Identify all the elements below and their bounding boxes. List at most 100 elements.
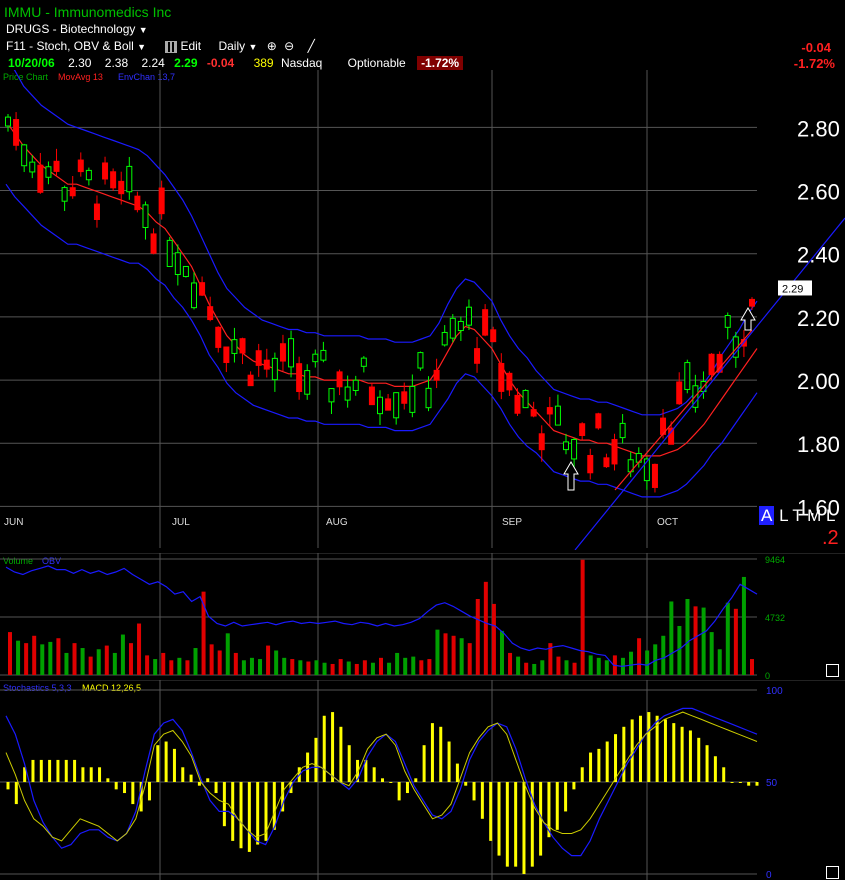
volume-bar: [540, 660, 545, 675]
macd-histogram-bar: [614, 734, 618, 782]
macd-histogram-bar: [480, 782, 484, 819]
candle-body: [158, 187, 165, 215]
candle-body: [174, 252, 181, 276]
candle-body: [401, 391, 408, 404]
volume-bar: [282, 657, 287, 675]
zoom-in-icon[interactable]: ⊕: [267, 39, 277, 53]
macd-histogram-bar: [405, 782, 409, 794]
edit-button[interactable]: Edit: [165, 39, 201, 53]
volume-bar: [669, 601, 674, 675]
macd-histogram-bar: [239, 782, 243, 849]
macd-histogram-bar: [747, 782, 751, 786]
candle-body: [538, 433, 545, 451]
volume-panel-resize[interactable]: [826, 664, 839, 677]
right-change: -0.04: [801, 40, 831, 55]
macd-histogram-bar: [56, 759, 60, 782]
candle-body: [126, 165, 133, 193]
month-label-jul: JUL: [172, 517, 190, 528]
volume-bar: [258, 659, 263, 675]
candle-body: [530, 409, 537, 417]
period-selector[interactable]: Daily ▼: [218, 39, 257, 53]
candle-body: [449, 317, 456, 339]
macd-histogram-bar: [372, 767, 376, 782]
watchlist-selector[interactable]: DRUGS - Biotechnology ▼: [6, 22, 148, 36]
candle-body: [651, 463, 658, 488]
volume-bar: [741, 576, 746, 675]
last-price-label: 2.29: [782, 283, 803, 295]
legend-env-chan: EnvChan 13,7: [118, 72, 175, 82]
macd-histogram-bar: [439, 726, 443, 782]
envelope-upper-line: [13, 70, 758, 416]
oscillator-axis-label: 50: [766, 778, 778, 789]
timeframe-l2-button[interactable]: L: [826, 506, 835, 525]
timeframe-buttons: A L T M L: [759, 506, 836, 526]
candle-body: [368, 386, 375, 406]
macd-histogram-bar: [638, 715, 642, 782]
macd-histogram-bar: [497, 782, 501, 856]
quote-high: 2.38: [104, 56, 129, 70]
volume-bar: [395, 652, 400, 675]
candle-body: [223, 346, 230, 363]
volume-bar: [379, 657, 383, 675]
volume-bar: [564, 660, 569, 675]
volume-bar: [266, 645, 271, 675]
volume-bar: [185, 660, 190, 675]
candle-body: [69, 187, 76, 197]
indicator-set-selector[interactable]: F11 - Stoch, OBV & Boll ▼: [6, 39, 146, 53]
volume-bar: [572, 662, 577, 675]
volume-bar: [419, 660, 424, 675]
zoom-out-icon[interactable]: ⊖: [284, 39, 294, 53]
candle-body: [474, 348, 481, 364]
volume-axis-label: 0: [765, 671, 770, 679]
macd-histogram-bar: [197, 782, 201, 786]
price-axis-label: 2.60: [797, 180, 840, 205]
volume-bar: [709, 632, 714, 675]
candle-body: [263, 359, 270, 370]
volume-bar: [451, 635, 456, 675]
candle-body: [554, 405, 561, 426]
price-axis-label: 2.40: [797, 243, 840, 268]
timeframe-a-button[interactable]: A: [759, 506, 775, 525]
macd-histogram-bar: [347, 745, 351, 782]
candle-body: [29, 161, 36, 173]
price-chart[interactable]: Price Chart MovAvg 13 EnvChan 13,7 2.80 2…: [0, 70, 845, 550]
macd-histogram-bar: [389, 782, 393, 783]
macd-histogram-bar: [48, 759, 52, 782]
candle-body: [304, 370, 311, 395]
time-axis: JUN JUL AUG SEP OCT A L T M L .2: [0, 506, 845, 549]
draw-tool-icon[interactable]: ╱: [308, 39, 315, 53]
macd-histogram-bar: [580, 767, 584, 782]
month-label-oct: OCT: [657, 517, 679, 528]
candle-body: [344, 386, 351, 401]
volume-bar: [516, 656, 521, 675]
volume-bar: [403, 657, 408, 675]
oscillator-panel[interactable]: Stochastics 5,3,3 MACD 12,26,5 100 50 0: [0, 680, 845, 880]
volume-bar: [48, 641, 53, 675]
timeframe-m-button[interactable]: M: [807, 506, 821, 525]
legend-volume: Volume: [3, 556, 33, 566]
candle-body: [199, 282, 206, 296]
candle-body: [255, 350, 262, 366]
volume-bar: [499, 630, 504, 675]
macd-histogram-bar: [64, 759, 68, 782]
candle-body: [61, 187, 68, 202]
macd-histogram-bar: [322, 715, 326, 782]
macd-histogram-bar: [489, 782, 493, 841]
macd-histogram-bar: [755, 782, 759, 786]
timeframe-t-button[interactable]: T: [792, 506, 802, 525]
volume-panel[interactable]: Volume OBV 9464 4732 0: [0, 553, 845, 679]
oscillator-panel-resize[interactable]: [826, 866, 839, 879]
stochastic-d-line: [5, 711, 758, 842]
volume-bar: [128, 643, 133, 675]
volume-bar: [24, 643, 29, 675]
macd-histogram-bar: [564, 782, 568, 812]
macd-histogram-bar: [214, 782, 218, 794]
macd-histogram-bar: [647, 712, 651, 782]
candle-body: [231, 339, 238, 354]
volume-bar: [435, 629, 440, 675]
timeframe-l-button[interactable]: L: [779, 506, 788, 525]
macd-histogram-bar: [256, 782, 260, 845]
macd-histogram-bar: [722, 767, 726, 782]
right-marker: .2: [822, 527, 839, 549]
chart-toolbar: F11 - Stoch, OBV & Boll ▼ Edit Daily ▼ ⊕…: [6, 39, 315, 53]
